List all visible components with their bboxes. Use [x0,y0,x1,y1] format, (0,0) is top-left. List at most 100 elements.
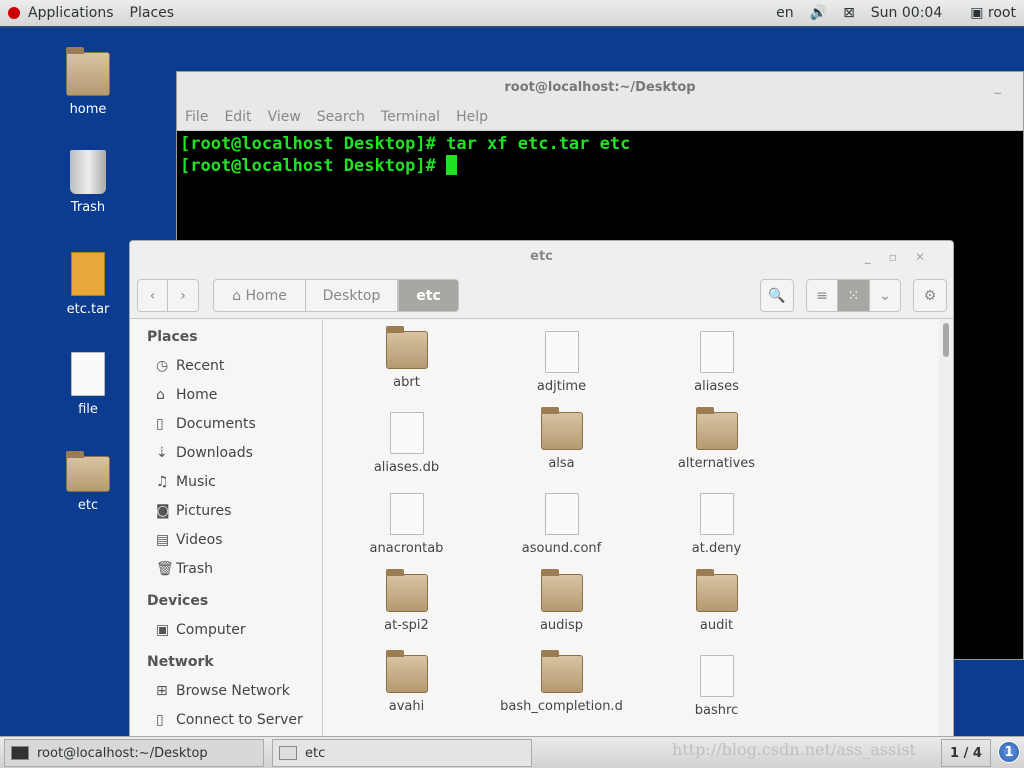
sidebar-item-home[interactable]: ⌂ Home [130,380,322,409]
sidebar-item-browse-network[interactable]: ⊞ Browse Network [130,676,322,705]
breadcrumb-desktop[interactable]: Desktop [305,279,398,312]
file-name: bash_completion.d [500,699,623,714]
user-name: root [987,5,1016,21]
file-item[interactable]: avahi [329,650,484,714]
file-icon [544,493,579,535]
file-manager-icon [279,746,297,760]
file-name: audisp [539,618,584,633]
breadcrumb-home[interactable]: ⌂ Home [213,279,306,312]
task-terminal[interactable]: root@localhost:~/Desktop [4,739,264,767]
menu-search[interactable]: Search [309,109,373,125]
file-item[interactable]: alsa [484,407,639,471]
file-manager-window[interactable]: etc _▫✕ ‹ › ⌂ Home Desktop etc 🔍 ≡ ⁙ ⌄ ⚙ … [129,240,954,740]
file-icon [699,655,734,697]
download-icon: ⇣ [156,444,168,461]
user-icon: ▣ [970,5,984,21]
view-options-button[interactable]: ⌄ [869,279,901,312]
file-item[interactable]: aliases [639,331,794,394]
close-button[interactable]: ✕ [915,250,943,264]
menu-help[interactable]: Help [448,109,496,125]
file-item[interactable]: aliases.db [329,412,484,475]
search-icon: 🔍 [768,287,786,304]
menu-view[interactable]: View [260,109,309,125]
network-icon[interactable]: ⊠ [835,5,863,21]
desktop-icon-etc[interactable]: etc [38,451,138,513]
file-name: aliases [694,379,739,394]
file-icon [389,493,424,535]
list-view-button[interactable]: ≡ [806,279,838,312]
redhat-logo-icon [8,7,20,19]
sidebar-item-recent[interactable]: ◷ Recent [130,351,322,380]
file-manager-titlebar[interactable]: etc _▫✕ [130,241,953,273]
user-menu[interactable]: ▣ root [962,5,1024,21]
desktop-icon-home[interactable]: home [38,47,138,117]
sidebar-item-label: Music [176,473,216,490]
applications-menu[interactable]: Applications [20,5,122,21]
file-name: adjtime [536,379,587,394]
file-item[interactable]: bash_completion.d [484,650,639,714]
terminal-titlebar[interactable]: root@localhost:~/Desktop _ [177,72,1023,104]
folder-icon [66,451,110,492]
places-menu[interactable]: Places [122,5,183,21]
file-item[interactable]: asound.conf [484,493,639,556]
film-icon: ▤ [156,531,170,548]
file-name: alsa [548,456,575,471]
sidebar-item-computer[interactable]: ▣ Computer [130,615,322,644]
menu-file[interactable]: File [177,109,216,125]
sidebar-item-pictures[interactable]: ◙ Pictures [130,496,322,525]
sidebar-item-label: Pictures [176,502,232,519]
sidebar-item-documents[interactable]: ▯ Documents [130,409,322,438]
sidebar-header-network: Network [147,654,214,670]
desktop-icon-file[interactable]: file [38,352,138,417]
file-name: abrt [393,375,420,390]
sidebar-item-connect-server[interactable]: ▯ Connect to Server [130,705,322,734]
file-item[interactable]: adjtime [484,331,639,394]
computer-icon: ▣ [156,621,170,638]
file-name: at.deny [691,541,742,556]
workspace-switcher[interactable]: 1 / 4 [941,739,991,767]
window-title: etc [530,249,553,264]
file-item[interactable]: at-spi2 [329,569,484,633]
scrollbar-thumb[interactable] [943,323,949,357]
file-item[interactable]: bashrc [639,655,794,718]
file-item[interactable]: audisp [484,569,639,633]
file-item[interactable]: alternatives [639,407,794,471]
sidebar-item-trash[interactable]: 🗑 Trash [130,554,322,583]
clock-icon: ◷ [156,357,169,374]
sidebar-item-downloads[interactable]: ⇣ Downloads [130,438,322,467]
task-label: root@localhost:~/Desktop [37,745,208,761]
menu-terminal[interactable]: Terminal [373,109,448,125]
file-icon [389,412,424,454]
sidebar-item-videos[interactable]: ▤ Videos [130,525,322,554]
sidebar-item-music[interactable]: ♫ Music [130,467,322,496]
file-item[interactable]: anacrontab [329,493,484,556]
file-item[interactable]: at.deny [639,493,794,556]
language-indicator[interactable]: en [768,5,802,21]
maximize-button[interactable]: ▫ [889,250,915,264]
minimize-button[interactable]: _ [865,250,889,264]
minimize-button[interactable]: _ [995,72,1002,104]
file-name: asound.conf [521,541,602,556]
file-item[interactable]: audit [639,569,794,633]
grid-icon: ⁙ [847,287,860,304]
back-button[interactable]: ‹ [137,279,168,312]
network-icon: ⊞ [156,682,168,699]
desktop-icon-trash[interactable]: Trash [38,150,138,215]
terminal-output[interactable]: [root@localhost Desktop]# tar xf etc.tar… [177,131,1023,179]
search-button[interactable]: 🔍 [760,279,794,312]
menu-edit[interactable]: Edit [216,109,259,125]
terminal-line: [root@localhost Desktop]# tar xf etc.tar… [180,134,631,154]
folder-icon [385,326,428,369]
desktop-icon-etc-tar[interactable]: etc.tar [38,252,138,317]
clock[interactable]: Sun 00:04 [863,5,950,21]
task-etc[interactable]: etc [272,739,532,767]
notification-badge[interactable]: 1 [998,741,1020,763]
volume-icon[interactable]: 🔊 [802,5,835,21]
file-name: anacrontab [369,541,444,556]
grid-view-button[interactable]: ⁙ [837,279,870,312]
file-item[interactable]: abrt [329,326,484,390]
scrollbar[interactable] [939,319,953,739]
forward-button[interactable]: › [167,279,199,312]
breadcrumb-etc[interactable]: etc [398,279,459,312]
settings-button[interactable]: ⚙ [913,279,947,312]
